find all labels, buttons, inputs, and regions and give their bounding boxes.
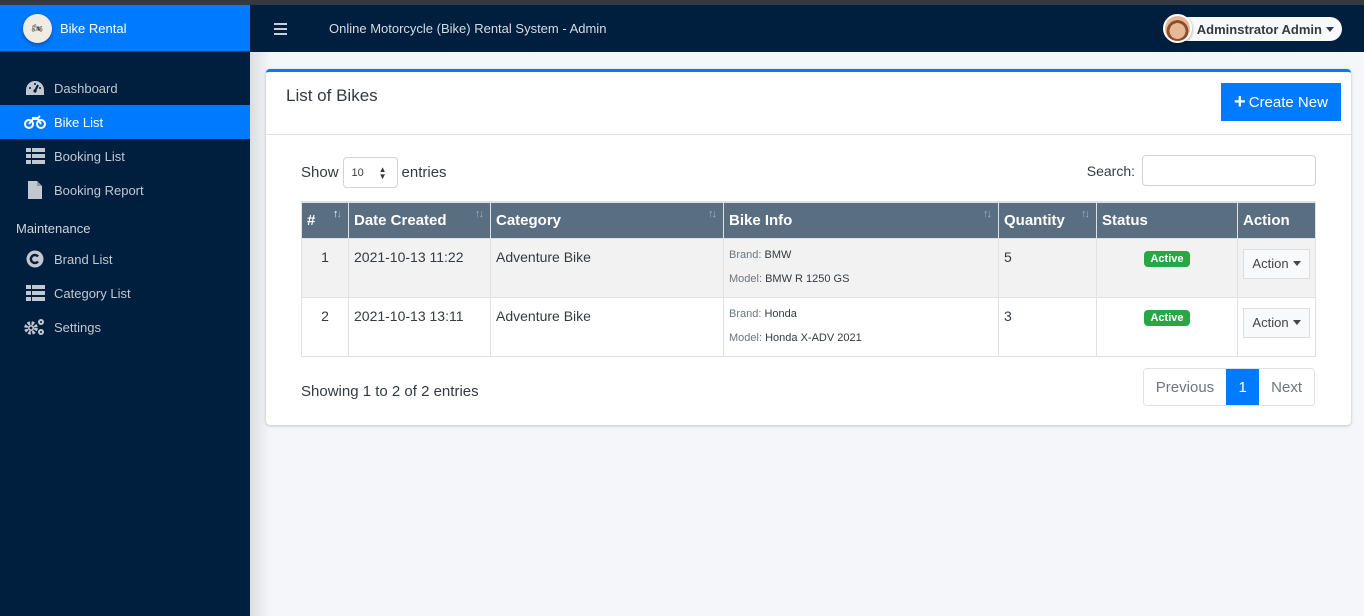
table-list-icon <box>24 147 46 165</box>
caret-down-icon <box>1292 320 1301 325</box>
page-length-select[interactable]: 10 ▲ ▼ <box>342 157 398 188</box>
model-line: Model: Honda X-ADV 2021 <box>729 331 862 344</box>
table-list-icon <box>24 284 46 302</box>
avatar <box>1162 14 1192 43</box>
table-row: 2 2021-10-13 13:11 Adventure Bike Brand:… <box>301 296 1316 357</box>
model-line: Model: BMW R 1250 GS <box>729 272 850 285</box>
brand-line: Brand: Honda <box>729 307 797 320</box>
create-new-button[interactable]: + Create New <box>1221 83 1341 121</box>
sidebar-item-label: Dashboard <box>54 80 118 96</box>
page-length-control: Show 10 ▲ ▼ entries <box>301 157 447 188</box>
cell-category: Adventure Bike <box>490 237 724 298</box>
table-header-row: # ↑↓ Date Created ↑↓ Category ↑↓ Bike Info ↑… <box>301 201 1316 239</box>
user-menu-toggle[interactable]: Adminstrator Admin <box>1162 14 1342 43</box>
sidebar-item-bike-list[interactable]: Bike List <box>0 105 250 139</box>
top-navbar: Online Motorcycle (Bike) Rental System -… <box>250 5 1364 52</box>
model-value: BMW R 1250 GS <box>765 272 850 285</box>
entries-label: entries <box>401 164 447 181</box>
cell-number: 2 <box>301 296 349 357</box>
cell-bike-info: Brand: BMW Model: BMW R 1250 GS <box>723 237 999 298</box>
brand-value: BMW <box>764 248 792 261</box>
sidebar-item-label: Brand List <box>54 251 113 267</box>
sort-icon: ↑↓ <box>1081 208 1090 220</box>
cell-bike-info: Brand: Honda Model: Honda X-ADV 2021 <box>723 296 999 357</box>
search-input[interactable] <box>1142 155 1316 186</box>
user-name: Adminstrator Admin <box>1196 21 1322 37</box>
action-dropdown-button[interactable]: Action <box>1243 248 1310 279</box>
column-header-category[interactable]: Category ↑↓ <box>490 201 724 239</box>
status-badge: Active <box>1144 250 1190 267</box>
sidebar-item-label: Bike List <box>54 114 104 130</box>
column-header-status: Status <box>1096 201 1238 239</box>
file-icon <box>24 181 46 199</box>
sidebar-item-dashboard[interactable]: Dashboard <box>0 71 250 105</box>
card-header: List of Bikes + Create New <box>266 72 1351 135</box>
cell-category: Adventure Bike <box>490 296 724 357</box>
search-label: Search: <box>1086 162 1135 179</box>
table-info: Showing 1 to 2 of 2 entries <box>301 383 479 400</box>
page-1-button[interactable]: 1 <box>1226 369 1260 405</box>
create-new-label: Create New <box>1248 93 1328 111</box>
pagination: Previous 1 Next <box>1142 368 1315 406</box>
brand-line: Brand: BMW <box>729 248 792 261</box>
sidebar-item-booking-report[interactable]: Booking Report <box>0 173 250 207</box>
cell-status: Active <box>1096 296 1238 357</box>
column-header-date-created[interactable]: Date Created ↑↓ <box>348 201 491 239</box>
caret-down-icon <box>1326 26 1334 32</box>
brand-link[interactable]: 🏍 Bike Rental <box>0 5 250 52</box>
sidebar-item-category-list[interactable]: Category List <box>0 276 250 310</box>
search-control: Search: <box>1087 155 1316 186</box>
bike-list-card: List of Bikes + Create New Show 10 ▲ ▼ en… <box>266 69 1351 425</box>
sidebar-item-booking-list[interactable]: Booking List <box>0 139 250 173</box>
sort-icon: ↑↓ <box>983 208 992 220</box>
previous-page-button[interactable]: Previous <box>1143 369 1227 405</box>
sidebar-item-label: Booking Report <box>54 182 144 198</box>
motorcycle-icon <box>24 113 46 131</box>
show-label: Show <box>301 164 339 181</box>
sort-icon: ↑↓ <box>475 208 484 220</box>
copyright-icon <box>24 250 46 268</box>
cell-number: 1 <box>301 237 349 298</box>
page-length-value: 10 <box>351 166 364 179</box>
sidebar-section-header: Maintenance <box>16 221 91 236</box>
status-badge: Active <box>1144 309 1190 326</box>
page-title: List of Bikes <box>286 86 378 105</box>
column-header-number[interactable]: # ↑↓ <box>301 201 349 239</box>
next-page-button[interactable]: Next <box>1259 369 1314 405</box>
column-header-action: Action <box>1237 201 1316 239</box>
cell-date-created: 2021-10-13 11:22 <box>348 237 491 298</box>
cell-action: Action <box>1237 296 1316 357</box>
system-title: Online Motorcycle (Bike) Rental System -… <box>329 21 607 36</box>
cell-quantity: 5 <box>998 237 1097 298</box>
column-header-bike-info[interactable]: Bike Info ↑↓ <box>723 201 999 239</box>
table-row: 1 2021-10-13 11:22 Adventure Bike Brand:… <box>301 237 1316 298</box>
model-value: Honda X-ADV 2021 <box>765 331 862 344</box>
cogs-icon <box>24 318 46 336</box>
cell-status: Active <box>1096 237 1238 298</box>
sidebar-item-brand-list[interactable]: Brand List <box>0 242 250 276</box>
column-header-quantity[interactable]: Quantity ↑↓ <box>998 201 1097 239</box>
sidebar-item-label: Booking List <box>54 148 125 164</box>
sidebar-nav: Dashboard Bike List Booking List Booking… <box>0 52 250 344</box>
sidebar-item-label: Category List <box>54 285 131 301</box>
sort-updown-icon: ▲ ▼ <box>378 165 387 181</box>
sidebar-item-settings[interactable]: Settings <box>0 310 250 344</box>
action-dropdown-button[interactable]: Action <box>1243 307 1310 338</box>
bikes-table: # ↑↓ Date Created ↑↓ Category ↑↓ Bike Info ↑… <box>301 201 1316 357</box>
sidebar-item-label: Settings <box>54 319 101 335</box>
cell-action: Action <box>1237 237 1316 298</box>
sidebar: 🏍 Bike Rental Dashboard Bike List Bookin… <box>0 5 250 616</box>
brand-value: Honda <box>764 307 797 320</box>
plus-icon: + <box>1234 91 1246 113</box>
tachometer-icon <box>24 79 46 97</box>
sort-icon: ↑↓ <box>333 208 342 220</box>
motorcycle-logo-icon: 🏍 <box>23 13 52 43</box>
caret-down-icon <box>1292 261 1301 266</box>
brand-name: Bike Rental <box>60 20 127 36</box>
cell-quantity: 3 <box>998 296 1097 357</box>
hamburger-icon[interactable] <box>274 22 287 35</box>
cell-date-created: 2021-10-13 13:11 <box>348 296 491 357</box>
sort-icon: ↑↓ <box>708 208 717 220</box>
